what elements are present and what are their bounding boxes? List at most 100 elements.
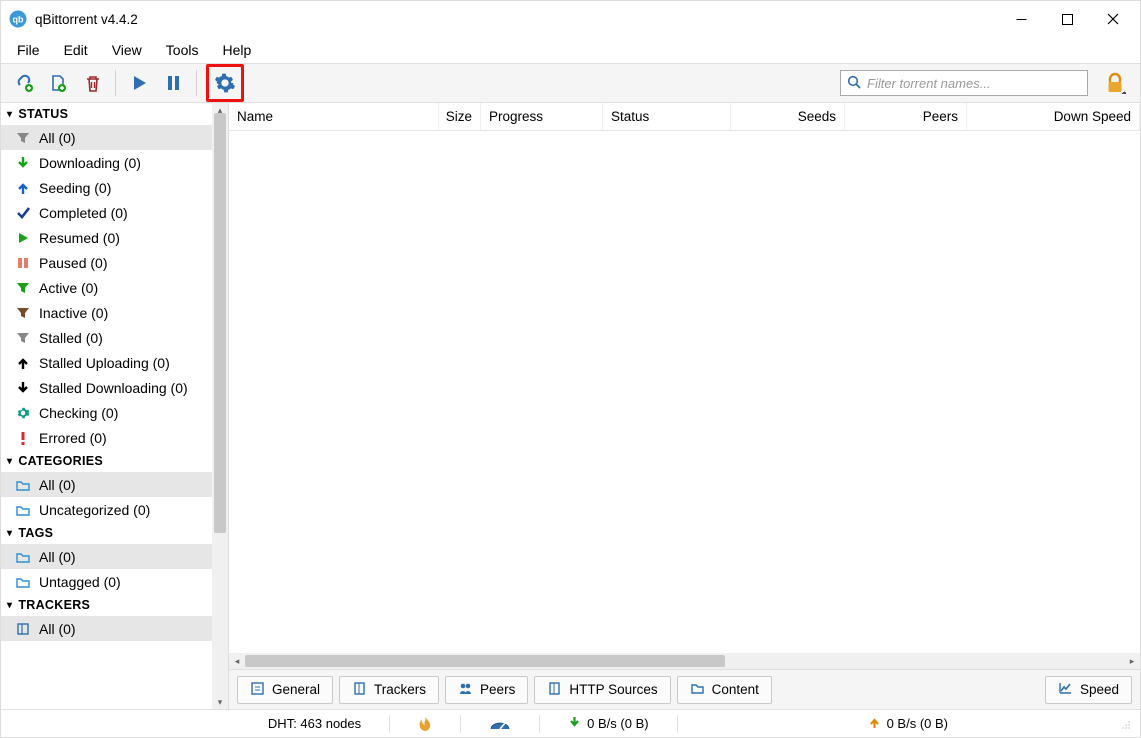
speedometer-icon[interactable] bbox=[483, 717, 517, 731]
categories-header-label: CATEGORIES bbox=[18, 454, 103, 468]
settings-highlight bbox=[206, 64, 244, 102]
status-header-label: STATUS bbox=[18, 107, 68, 121]
toolbar bbox=[1, 63, 1140, 103]
tags-header-label: TAGS bbox=[18, 526, 53, 540]
scrollbar-thumb[interactable] bbox=[245, 655, 725, 667]
upload-icon bbox=[15, 180, 31, 196]
sidebar-item-label: Downloading (0) bbox=[39, 155, 141, 171]
pause-button[interactable] bbox=[158, 68, 188, 98]
gear-icon bbox=[15, 405, 31, 421]
status-errored[interactable]: Errored (0) bbox=[1, 425, 212, 450]
sidebar-item-label: Paused (0) bbox=[39, 255, 107, 271]
col-size[interactable]: Size bbox=[439, 103, 481, 130]
lock-button[interactable] bbox=[1100, 68, 1130, 98]
status-seeding[interactable]: Seeding (0) bbox=[1, 175, 212, 200]
app-icon: qb bbox=[9, 10, 27, 28]
add-file-button[interactable] bbox=[43, 68, 73, 98]
status-checking[interactable]: Checking (0) bbox=[1, 400, 212, 425]
filter-box[interactable] bbox=[840, 70, 1088, 96]
status-stalled-downloading[interactable]: Stalled Downloading (0) bbox=[1, 375, 212, 400]
tab-trackers[interactable]: Trackers bbox=[339, 676, 439, 704]
server-icon bbox=[547, 681, 562, 699]
sidebar: ▾STATUS All (0) Downloading (0) Seeding … bbox=[1, 103, 229, 709]
filter-icon bbox=[15, 130, 31, 146]
status-paused[interactable]: Paused (0) bbox=[1, 250, 212, 275]
tracker-all[interactable]: All (0) bbox=[1, 616, 212, 641]
window-title: qBittorrent v4.4.2 bbox=[35, 12, 138, 27]
menu-file[interactable]: File bbox=[5, 39, 52, 61]
dht-label: DHT: 463 nodes bbox=[268, 716, 361, 731]
fire-icon[interactable] bbox=[412, 716, 438, 732]
scroll-down-icon[interactable]: ▾ bbox=[212, 695, 228, 709]
menu-edit[interactable]: Edit bbox=[52, 39, 100, 61]
tab-speed[interactable]: Speed bbox=[1045, 676, 1132, 704]
col-seeds[interactable]: Seeds bbox=[731, 103, 845, 130]
col-peers[interactable]: Peers bbox=[845, 103, 967, 130]
settings-button[interactable] bbox=[211, 69, 239, 97]
statusbar: DHT: 463 nodes 0 B/s (0 B) 0 B/s (0 B) bbox=[1, 709, 1140, 737]
col-status[interactable]: Status bbox=[603, 103, 731, 130]
table-header: Name Size Progress Status Seeds Peers Do… bbox=[229, 103, 1140, 131]
upload-speed[interactable]: 0 B/s (0 B) bbox=[862, 716, 954, 732]
tab-peers[interactable]: Peers bbox=[445, 676, 528, 704]
maximize-button[interactable] bbox=[1044, 4, 1090, 34]
category-all[interactable]: All (0) bbox=[1, 472, 212, 497]
resize-grip-icon[interactable] bbox=[1118, 717, 1132, 731]
sidebar-item-label: Resumed (0) bbox=[39, 230, 120, 246]
menu-help[interactable]: Help bbox=[210, 39, 263, 61]
download-icon bbox=[15, 155, 31, 171]
tag-all[interactable]: All (0) bbox=[1, 544, 212, 569]
filter-input[interactable] bbox=[867, 76, 1081, 91]
detail-tabs: General Trackers Peers HTTP Sources Cont… bbox=[229, 669, 1140, 709]
scrollbar-thumb[interactable] bbox=[214, 113, 226, 533]
status-downloading[interactable]: Downloading (0) bbox=[1, 150, 212, 175]
server-icon bbox=[352, 681, 367, 699]
col-down-speed[interactable]: Down Speed bbox=[967, 103, 1140, 130]
menu-view[interactable]: View bbox=[100, 39, 154, 61]
scroll-left-icon[interactable]: ◂ bbox=[229, 656, 245, 667]
status-active[interactable]: Active (0) bbox=[1, 275, 212, 300]
category-uncategorized[interactable]: Uncategorized (0) bbox=[1, 497, 212, 522]
menu-tools[interactable]: Tools bbox=[154, 39, 211, 61]
tab-content[interactable]: Content bbox=[677, 676, 772, 704]
sidebar-scrollbar[interactable]: ▴ ▾ bbox=[212, 103, 228, 709]
dht-status[interactable]: DHT: 463 nodes bbox=[262, 716, 367, 731]
download-icon bbox=[568, 716, 581, 732]
download-speed[interactable]: 0 B/s (0 B) bbox=[562, 716, 654, 732]
chevron-down-icon: ▾ bbox=[7, 600, 12, 611]
tab-label: Trackers bbox=[374, 682, 426, 697]
sidebar-item-label: Uncategorized (0) bbox=[39, 502, 150, 518]
col-progress[interactable]: Progress bbox=[481, 103, 603, 130]
folder-icon bbox=[15, 477, 31, 493]
pause-icon bbox=[15, 255, 31, 271]
status-resumed[interactable]: Resumed (0) bbox=[1, 225, 212, 250]
status-all[interactable]: All (0) bbox=[1, 125, 212, 150]
tags-header[interactable]: ▾TAGS bbox=[1, 522, 212, 544]
status-header[interactable]: ▾STATUS bbox=[1, 103, 212, 125]
status-stalled-uploading[interactable]: Stalled Uploading (0) bbox=[1, 350, 212, 375]
tag-untagged[interactable]: Untagged (0) bbox=[1, 569, 212, 594]
info-icon bbox=[250, 681, 265, 699]
status-completed[interactable]: Completed (0) bbox=[1, 200, 212, 225]
resume-button[interactable] bbox=[124, 68, 154, 98]
sidebar-item-label: Seeding (0) bbox=[39, 180, 111, 196]
horizontal-scrollbar[interactable]: ◂ ▸ bbox=[229, 653, 1140, 669]
close-button[interactable] bbox=[1090, 4, 1136, 34]
chart-icon bbox=[1058, 681, 1073, 699]
add-link-button[interactable] bbox=[9, 68, 39, 98]
sidebar-item-label: Inactive (0) bbox=[39, 305, 108, 321]
status-inactive[interactable]: Inactive (0) bbox=[1, 300, 212, 325]
minimize-button[interactable] bbox=[998, 4, 1044, 34]
sidebar-item-label: Checking (0) bbox=[39, 405, 118, 421]
tab-label: Peers bbox=[480, 682, 515, 697]
main-area: ▾STATUS All (0) Downloading (0) Seeding … bbox=[1, 103, 1140, 709]
status-stalled[interactable]: Stalled (0) bbox=[1, 325, 212, 350]
col-name[interactable]: Name bbox=[229, 103, 439, 130]
filter-active-icon bbox=[15, 280, 31, 296]
categories-header[interactable]: ▾CATEGORIES bbox=[1, 450, 212, 472]
tab-general[interactable]: General bbox=[237, 676, 333, 704]
trackers-header[interactable]: ▾TRACKERS bbox=[1, 594, 212, 616]
scroll-right-icon[interactable]: ▸ bbox=[1124, 656, 1140, 667]
delete-button[interactable] bbox=[77, 68, 107, 98]
tab-http-sources[interactable]: HTTP Sources bbox=[534, 676, 670, 704]
